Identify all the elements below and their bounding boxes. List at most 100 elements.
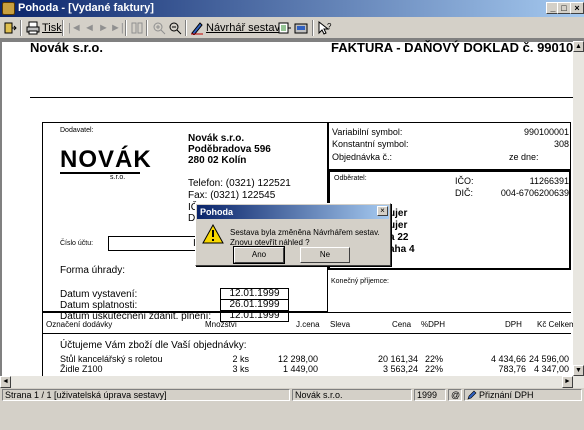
row-total: 4 347,00 xyxy=(533,364,569,374)
dialog-message: Sestava byla změněna Návrhářem sestav. Z… xyxy=(230,228,388,248)
table-left-line xyxy=(42,312,43,382)
company-header: Novák s.r.o. xyxy=(30,40,103,55)
scroll-left-button[interactable]: ◄ xyxy=(0,376,11,388)
scroll-right-button[interactable]: ► xyxy=(562,376,573,388)
dialog-close-button[interactable]: × xyxy=(377,206,388,216)
col-header-item: Označení dodávky xyxy=(46,320,113,329)
var-symbol-label: Variabilní symbol: xyxy=(332,127,403,137)
maximize-button[interactable]: □ xyxy=(557,2,571,14)
date-due-label: Datum splatnosti: xyxy=(60,300,138,311)
row-name: Židle Z100 xyxy=(60,364,103,374)
no-button[interactable]: Ne xyxy=(300,247,350,263)
zoom-out-icon[interactable] xyxy=(168,21,182,35)
col-header-discount: Sleva xyxy=(330,320,351,329)
title-bar: Pohoda - [Vydané faktury] _ □ × xyxy=(0,0,584,17)
order-label: Objednávka č.: xyxy=(332,152,393,162)
pohoda-app-icon[interactable] xyxy=(2,2,15,15)
logo-underline xyxy=(60,172,140,174)
last-page-button[interactable]: ►| xyxy=(110,20,124,36)
row-vat: 22% xyxy=(425,364,444,374)
toolbar-separator xyxy=(185,20,187,36)
row-qty: 3 ks xyxy=(232,364,249,374)
customer-line-1: ujer xyxy=(389,208,408,219)
exit-icon[interactable] xyxy=(3,21,17,35)
header-underline xyxy=(30,97,573,98)
scroll-down-button[interactable]: ▼ xyxy=(573,365,584,376)
report-designer-button[interactable]: Návrhář sestav xyxy=(206,20,280,36)
customer-line-2: ujer xyxy=(389,220,408,231)
row-qty: 2 ks xyxy=(232,354,249,364)
logo-subtitle: s.r.o. xyxy=(110,174,126,181)
dialog-title: Pohoda xyxy=(197,205,389,219)
export-icon[interactable] xyxy=(278,21,292,35)
supplier-city: 280 02 Kolín xyxy=(188,155,247,166)
var-symbol-value: 990100001 xyxy=(523,127,569,137)
row-price: 12 298,00 xyxy=(277,354,318,364)
zoom-in-icon[interactable] xyxy=(152,21,166,35)
scroll-up-button[interactable]: ▲ xyxy=(573,41,584,52)
supplier-street: Poděbradova 596 xyxy=(188,144,271,155)
previous-page-button[interactable]: ◄ xyxy=(84,20,95,36)
ico-label: IČO: xyxy=(455,176,474,186)
svg-text:?: ? xyxy=(327,22,332,31)
print-button[interactable]: Tisk xyxy=(42,20,62,36)
const-symbol-value: 308 xyxy=(553,139,569,149)
col-header-total: Kč Celkem xyxy=(537,320,576,329)
row-cena: 20 161,34 xyxy=(377,354,418,364)
status-year: 1999 xyxy=(414,389,446,401)
col-header-price: Cena xyxy=(392,320,412,329)
supplier-phone: Telefon: (0321) 122521 xyxy=(188,178,291,189)
customer-label: Odběratel: xyxy=(334,175,367,182)
help-pointer-icon[interactable]: ? xyxy=(318,21,332,35)
status-page-info: Strana 1 / 1 [uživatelská úprava sestavy… xyxy=(2,389,290,401)
final-recipient-label: Konečný příjemce: xyxy=(331,278,389,285)
toolbar-separator xyxy=(20,20,22,36)
ico-value: 11266391 xyxy=(529,176,569,186)
close-button[interactable]: × xyxy=(570,2,584,14)
date-issue-label: Datum vystavení: xyxy=(60,289,138,300)
dialog-message-line-1: Sestava byla změněna Návrhářem sestav. xyxy=(230,228,380,237)
customer-line-3: a 22 xyxy=(389,232,409,243)
col-header-unit-price: J.cena xyxy=(296,320,320,329)
report-toolbar: Tisk |◄ ◄ ► ►| Návrhář sestav ? xyxy=(0,17,584,39)
row-name: Stůl kancelářský s roletou xyxy=(60,354,163,364)
window-title: Pohoda - [Vydané faktury] xyxy=(18,2,154,14)
invoice-title: FAKTURA - DAŇOVÝ DOKLAD č. 99010000 xyxy=(331,40,584,55)
supplier-label: Dodavatel: xyxy=(60,127,94,134)
supplier-name: Novák s.r.o. xyxy=(188,133,245,144)
status-module-label: Přiznání DPH xyxy=(479,390,534,400)
status-company: Novák s.r.o. xyxy=(292,389,412,401)
row-vat: 22% xyxy=(425,354,444,364)
toolbar-separator xyxy=(62,20,64,36)
yes-button[interactable]: Ano xyxy=(233,246,285,264)
order-date-label: ze dne: xyxy=(509,152,539,162)
supplier-fax: Fax: (0321) 122545 xyxy=(188,190,276,201)
dic-value: 004-6706200639 xyxy=(500,188,569,198)
toolbar-separator xyxy=(312,20,314,36)
table-top-line xyxy=(42,312,571,313)
setup-icon[interactable] xyxy=(294,21,308,35)
col-header-vat-rate: %DPH xyxy=(421,320,446,329)
const-symbol-label: Konstantní symbol: xyxy=(332,139,409,149)
col-header-vat: DPH xyxy=(505,320,522,329)
first-page-button[interactable]: |◄ xyxy=(68,20,82,36)
below-status-area xyxy=(0,402,584,430)
horizontal-scrollbar[interactable]: ◄ ► xyxy=(0,376,584,388)
vertical-scrollbar[interactable]: ▲ ▼ xyxy=(573,41,584,376)
col-header-qty: Množství xyxy=(205,320,238,329)
status-at-sign: @ xyxy=(448,389,462,401)
payment-label: Forma úhrady: xyxy=(60,265,126,276)
status-module: Přiznání DPH xyxy=(464,389,582,401)
printer-icon[interactable] xyxy=(26,21,40,35)
toolbar-separator xyxy=(146,20,148,36)
row-price: 1 449,00 xyxy=(282,364,318,374)
next-page-button[interactable]: ► xyxy=(98,20,109,36)
pohoda-dialog: Pohoda × Sestava byla změněna Návrhářem … xyxy=(195,203,391,266)
row-cena: 3 563,24 xyxy=(382,364,418,374)
page-view-icon[interactable] xyxy=(130,21,144,35)
account-label: Číslo účtu: xyxy=(60,240,94,247)
designer-icon[interactable] xyxy=(190,21,204,35)
warning-icon xyxy=(202,224,224,244)
novak-logo: NOVÁK xyxy=(60,146,152,173)
table-header-line xyxy=(42,333,571,334)
